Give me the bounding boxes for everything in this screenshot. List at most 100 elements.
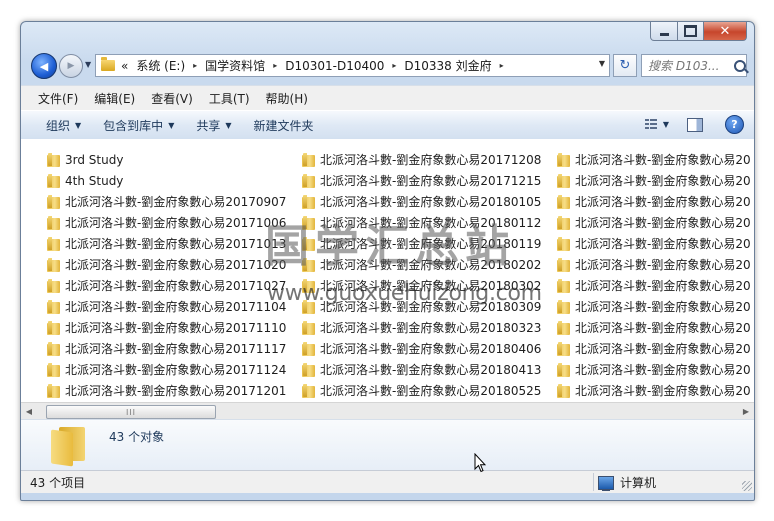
scroll-left-icon[interactable]: ◀ xyxy=(21,403,37,420)
share-button[interactable]: 共享 ▼ xyxy=(185,117,242,134)
folder-icon xyxy=(101,57,115,71)
folder-icon xyxy=(557,320,570,335)
preview-pane-icon[interactable] xyxy=(687,117,703,132)
folder-icon xyxy=(47,341,60,356)
menu-view[interactable]: 查看(V) xyxy=(144,90,200,107)
address-dropdown-icon[interactable]: ▼ xyxy=(599,59,605,68)
folder-icon xyxy=(557,257,570,272)
folder-icon xyxy=(557,341,570,356)
list-item[interactable]: 北派河洛斗數-劉金府象數心易20171201 xyxy=(47,380,302,401)
menu-help[interactable]: 帮助(H) xyxy=(259,90,315,107)
folder-icon xyxy=(557,236,570,251)
list-item[interactable]: 北派河洛斗數-劉金府象數心易20171117 xyxy=(47,338,302,359)
list-item[interactable]: 北派河洛斗數-劉金府象數心易20171027 xyxy=(47,275,302,296)
search-icon[interactable] xyxy=(734,59,746,72)
list-item[interactable]: 北派河洛斗數-劉金府象數心易20180302 xyxy=(302,275,557,296)
list-item[interactable]: 北派河洛斗數-劉金府象數心易20180406 xyxy=(302,338,557,359)
close-button[interactable]: ✕ xyxy=(704,22,747,41)
change-view-icon[interactable] xyxy=(644,118,657,131)
list-item[interactable]: 北派河洛斗數-劉金府象數心易20 xyxy=(557,191,754,212)
folder-icon xyxy=(302,152,315,167)
list-item[interactable]: 北派河洛斗數-劉金府象數心易20180323 xyxy=(302,317,557,338)
folder-icon xyxy=(557,215,570,230)
list-item[interactable]: 北派河洛斗數-劉金府象數心易20 xyxy=(557,149,754,170)
breadcrumb-separator[interactable]: ▸ xyxy=(193,61,197,70)
list-item[interactable]: 北派河洛斗數-劉金府象數心易20180112 xyxy=(302,212,557,233)
details-pane: 43 个对象 xyxy=(21,419,754,470)
list-item[interactable]: 北派河洛斗數-劉金府象數心易20180105 xyxy=(302,191,557,212)
list-item[interactable]: 北派河洛斗數-劉金府象數心易20171124 xyxy=(47,359,302,380)
list-item[interactable]: 3rd Study xyxy=(47,149,302,170)
breadcrumb-current[interactable]: D10338 刘金府 xyxy=(404,57,491,74)
refresh-button[interactable]: ↻ xyxy=(613,54,637,77)
list-item[interactable]: 北派河洛斗數-劉金府象數心易20 xyxy=(557,275,754,296)
scroll-right-icon[interactable]: ▶ xyxy=(738,403,754,420)
list-item[interactable]: 北派河洛斗數-劉金府象數心易20 xyxy=(557,296,754,317)
list-item[interactable]: 北派河洛斗數-劉金府象數心易20171006 xyxy=(47,212,302,233)
address-bar[interactable]: « 系统 (E:) ▸ 国学资料馆 ▸ D10301-D10400 ▸ D103… xyxy=(95,54,610,77)
maximize-button[interactable] xyxy=(678,22,704,41)
breadcrumb-separator[interactable]: ▸ xyxy=(273,61,277,70)
resize-grip-icon[interactable] xyxy=(742,481,752,491)
breadcrumb-range[interactable]: D10301-D10400 xyxy=(285,59,384,73)
folder-icon xyxy=(557,152,570,167)
list-item[interactable]: 北派河洛斗數-劉金府象數心易20171215 xyxy=(302,170,557,191)
breadcrumb-separator[interactable]: ▸ xyxy=(392,61,396,70)
list-item[interactable]: 北派河洛斗數-劉金府象數心易20171208 xyxy=(302,149,557,170)
list-item[interactable]: 北派河洛斗數-劉金府象數心易20180119 xyxy=(302,233,557,254)
horizontal-scrollbar[interactable]: ◀ III ▶ xyxy=(21,402,754,420)
folder-icon xyxy=(302,383,315,398)
chevron-down-icon: ▼ xyxy=(225,120,232,130)
menu-edit[interactable]: 编辑(E) xyxy=(87,90,142,107)
help-icon[interactable]: ? xyxy=(725,115,744,134)
menu-file[interactable]: 文件(F) xyxy=(31,90,85,107)
folder-icon xyxy=(47,383,60,398)
folder-icon xyxy=(47,299,60,314)
list-item[interactable]: 北派河洛斗數-劉金府象數心易20 xyxy=(557,359,754,380)
search-box[interactable] xyxy=(641,54,747,77)
folder-icon xyxy=(47,194,60,209)
menu-bar: 文件(F) 编辑(E) 查看(V) 工具(T) 帮助(H) xyxy=(21,85,754,110)
list-item[interactable]: 北派河洛斗數-劉金府象數心易20171104 xyxy=(47,296,302,317)
back-button[interactable]: ◀ xyxy=(31,53,57,79)
list-item[interactable]: 4th Study xyxy=(47,170,302,191)
list-item[interactable]: 北派河洛斗數-劉金府象數心易20180413 xyxy=(302,359,557,380)
list-item[interactable]: 北派河洛斗數-劉金府象數心易20180202 xyxy=(302,254,557,275)
forward-arrow-icon: ▶ xyxy=(67,61,75,71)
new-folder-button[interactable]: 新建文件夹 xyxy=(243,117,325,134)
list-item[interactable]: 北派河洛斗數-劉金府象數心易20 xyxy=(557,212,754,233)
list-item[interactable]: 北派河洛斗數-劉金府象數心易20 xyxy=(557,170,754,191)
forward-button[interactable]: ▶ xyxy=(59,54,83,78)
search-input[interactable] xyxy=(642,57,734,74)
folder-icon xyxy=(302,362,315,377)
list-item[interactable]: 北派河洛斗數-劉金府象數心易20171020 xyxy=(47,254,302,275)
folder-icon xyxy=(47,257,60,272)
breadcrumb-overflow[interactable]: « xyxy=(121,59,128,73)
file-list-pane[interactable]: 3rd Study 4th Study 北派河洛斗數-劉金府象數心易201709… xyxy=(21,139,754,402)
list-item[interactable]: 北派河洛斗數-劉金府象數心易20171110 xyxy=(47,317,302,338)
minimize-button[interactable] xyxy=(650,22,678,41)
breadcrumb-library[interactable]: 国学资料馆 xyxy=(205,57,265,74)
list-item[interactable]: 北派河洛斗數-劉金府象數心易20170907 xyxy=(47,191,302,212)
list-item[interactable]: 北派河洛斗數-劉金府象數心易20 xyxy=(557,254,754,275)
list-item[interactable]: 北派河洛斗數-劉金府象數心易20 xyxy=(557,380,754,401)
include-in-library-button[interactable]: 包含到库中 ▼ xyxy=(92,117,185,134)
breadcrumb-drive[interactable]: 系统 (E:) xyxy=(136,57,185,74)
list-item[interactable]: 北派河洛斗數-劉金府象數心易20 xyxy=(557,338,754,359)
list-item[interactable]: 北派河洛斗數-劉金府象數心易20171013 xyxy=(47,233,302,254)
list-item[interactable]: 北派河洛斗數-劉金府象數心易20 xyxy=(557,233,754,254)
breadcrumb-separator[interactable]: ▸ xyxy=(500,61,504,70)
recent-pages-dropdown[interactable]: ▼ xyxy=(85,60,91,69)
view-options-dropdown[interactable]: ▼ xyxy=(663,120,669,129)
list-item[interactable]: 北派河洛斗數-劉金府象數心易20 xyxy=(557,317,754,338)
list-item[interactable]: 北派河洛斗數-劉金府象數心易20180309 xyxy=(302,296,557,317)
folder-icon xyxy=(302,278,315,293)
folder-icon xyxy=(302,257,315,272)
folder-icon xyxy=(302,341,315,356)
list-item[interactable]: 北派河洛斗數-劉金府象數心易20180525 xyxy=(302,380,557,401)
folder-icon xyxy=(557,194,570,209)
scrollbar-thumb[interactable]: III xyxy=(46,405,216,419)
command-bar: 组织 ▼ 包含到库中 ▼ 共享 ▼ 新建文件夹 ▼ ? xyxy=(21,110,754,140)
organize-button[interactable]: 组织 ▼ xyxy=(35,117,92,134)
menu-tools[interactable]: 工具(T) xyxy=(202,90,257,107)
